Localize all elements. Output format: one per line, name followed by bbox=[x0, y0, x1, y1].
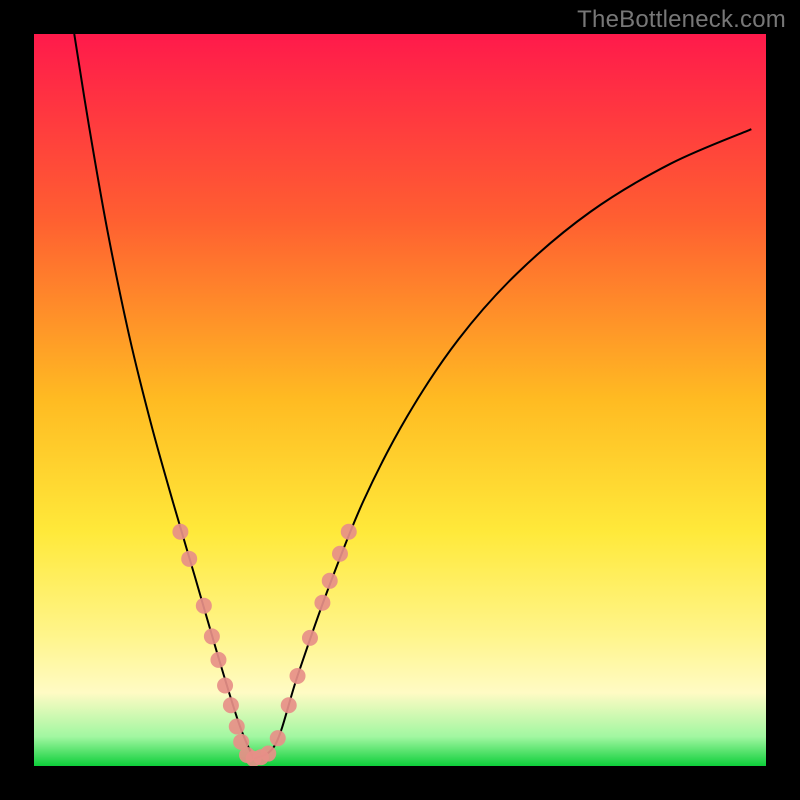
scatter-dot bbox=[332, 546, 348, 562]
chart-frame: TheBottleneck.com bbox=[0, 0, 800, 800]
scatter-dot bbox=[314, 595, 330, 611]
scatter-dot bbox=[322, 573, 338, 589]
scatter-dots-group bbox=[172, 524, 356, 766]
plot-gradient-area bbox=[34, 34, 766, 766]
scatter-dot bbox=[172, 524, 188, 540]
scatter-dot bbox=[223, 697, 239, 713]
scatter-dot bbox=[260, 746, 276, 762]
scatter-dot bbox=[204, 628, 220, 644]
curve-left-arm bbox=[74, 34, 253, 759]
scatter-dot bbox=[281, 697, 297, 713]
scatter-dot bbox=[341, 524, 357, 540]
scatter-dot bbox=[302, 630, 318, 646]
chart-svg bbox=[34, 34, 766, 766]
scatter-dot bbox=[229, 718, 245, 734]
scatter-dot bbox=[270, 730, 286, 746]
scatter-dot bbox=[196, 598, 212, 614]
watermark-text: TheBottleneck.com bbox=[577, 6, 786, 34]
curve-right-arm bbox=[254, 129, 752, 759]
scatter-dot bbox=[181, 551, 197, 567]
scatter-dot bbox=[290, 668, 306, 684]
scatter-dot bbox=[210, 652, 226, 668]
scatter-dot bbox=[217, 677, 233, 693]
